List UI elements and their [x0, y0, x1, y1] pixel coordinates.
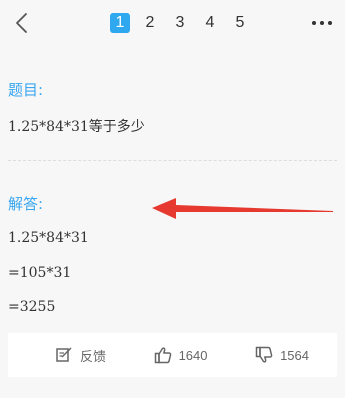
dislike-count: 1564	[280, 347, 309, 363]
dislike-button[interactable]: 1564	[254, 345, 309, 365]
more-dot-icon	[312, 21, 316, 25]
feedback-button[interactable]: 反馈	[54, 345, 106, 365]
thumbs-down-icon	[254, 345, 274, 365]
page-2[interactable]: 2	[140, 13, 160, 33]
divider	[8, 160, 337, 161]
answer-label: 解答:	[8, 195, 44, 213]
answer-line: =105*31	[8, 265, 72, 281]
like-count: 1640	[178, 347, 208, 363]
thumbs-up-icon	[153, 345, 173, 365]
answer-line: =3255	[8, 299, 56, 315]
more-button[interactable]	[309, 12, 335, 34]
page-selector: 1 2 3 4 5	[110, 12, 250, 34]
red-arrow-annotation	[152, 198, 333, 219]
action-bar: 反馈 1640 1564	[8, 333, 337, 377]
page-4[interactable]: 4	[200, 13, 220, 33]
more-dot-icon	[328, 21, 332, 25]
question-label: 题目:	[8, 81, 44, 99]
like-button[interactable]: 1640	[153, 345, 208, 365]
page-1[interactable]: 1	[110, 13, 130, 33]
answer-line: 1.25*84*31	[8, 230, 89, 246]
top-bar: 1 2 3 4 5	[0, 0, 345, 46]
page-5[interactable]: 5	[230, 13, 250, 33]
edit-feedback-icon	[54, 345, 74, 365]
page-3[interactable]: 3	[170, 13, 190, 33]
back-button[interactable]	[8, 10, 34, 36]
more-dot-icon	[320, 21, 324, 25]
feedback-label: 反馈	[80, 348, 107, 364]
chevron-left-icon	[16, 13, 27, 33]
question-text: 1.25*84*31等于多少	[8, 119, 145, 135]
